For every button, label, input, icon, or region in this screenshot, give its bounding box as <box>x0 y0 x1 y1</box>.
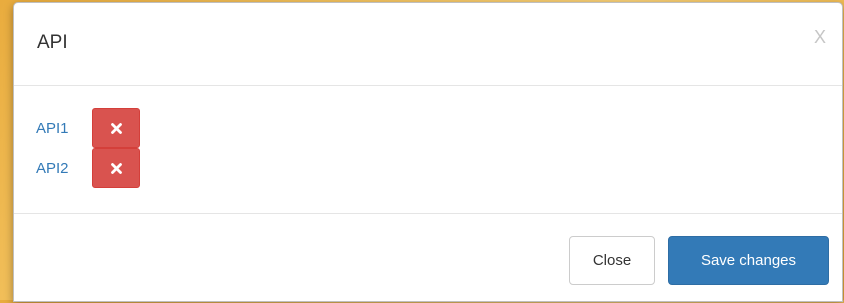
api-list-item: API2 <box>36 148 140 188</box>
save-changes-button[interactable]: Save changes <box>668 236 829 285</box>
remove-api-button[interactable] <box>92 108 140 148</box>
api-link[interactable]: API2 <box>36 160 92 177</box>
close-button[interactable]: Close <box>569 236 655 285</box>
api-modal: API X API1 API2 Close Save changes <box>13 2 843 302</box>
modal-header: API X <box>14 3 842 86</box>
modal-footer: Close Save changes <box>14 214 842 303</box>
times-icon <box>110 162 122 174</box>
api-list-item: API1 <box>36 108 140 148</box>
modal-body: API1 API2 <box>14 86 842 214</box>
api-link[interactable]: API1 <box>36 120 92 137</box>
times-icon <box>110 122 122 134</box>
remove-api-button[interactable] <box>92 148 140 188</box>
close-x-button[interactable]: X <box>814 28 826 46</box>
modal-title: API <box>37 32 68 53</box>
